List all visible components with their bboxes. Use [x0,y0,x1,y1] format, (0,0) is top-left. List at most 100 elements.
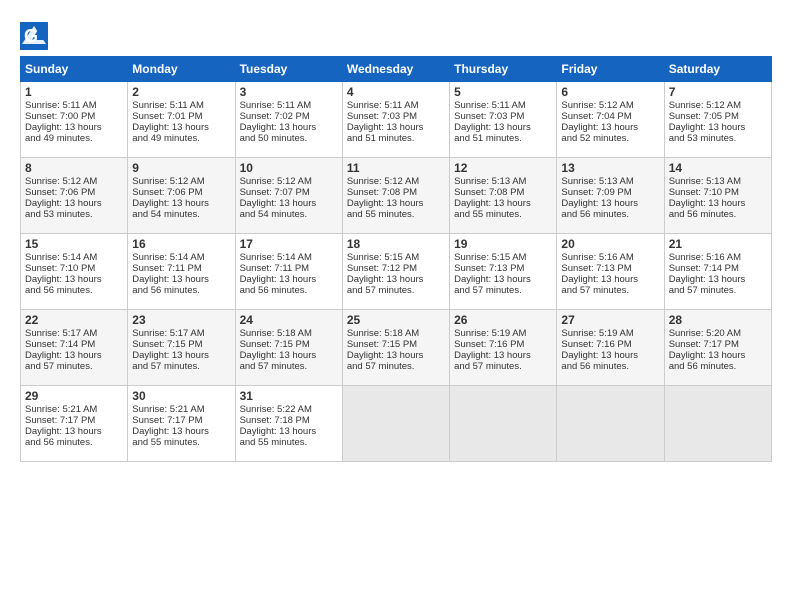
calendar-cell: 5Sunrise: 5:11 AMSunset: 7:03 PMDaylight… [450,82,557,158]
sunset-label: Sunset: 7:15 PM [347,339,417,350]
calendar-cell: 11Sunrise: 5:12 AMSunset: 7:08 PMDayligh… [342,158,449,234]
day-number: 14 [669,161,767,175]
calendar-week-row: 8Sunrise: 5:12 AMSunset: 7:06 PMDaylight… [21,158,772,234]
daylight-label: Daylight: 13 hours [240,274,317,285]
sunrise-label: Sunrise: 5:12 AM [669,100,741,111]
sunrise-label: Sunrise: 5:12 AM [347,176,419,187]
calendar-cell: 18Sunrise: 5:15 AMSunset: 7:12 PMDayligh… [342,234,449,310]
daylight-label: Daylight: 13 hours [669,350,746,361]
daylight-minutes: and 49 minutes. [25,133,93,144]
sunrise-label: Sunrise: 5:12 AM [132,176,204,187]
calendar-cell [664,386,771,462]
sunset-label: Sunset: 7:17 PM [25,415,95,426]
daylight-label: Daylight: 13 hours [132,350,209,361]
day-number: 2 [132,85,230,99]
daylight-label: Daylight: 13 hours [132,426,209,437]
daylight-label: Daylight: 13 hours [347,350,424,361]
sunrise-label: Sunrise: 5:20 AM [669,328,741,339]
day-number: 7 [669,85,767,99]
day-number: 13 [561,161,659,175]
daylight-label: Daylight: 13 hours [454,198,531,209]
sunrise-label: Sunrise: 5:11 AM [347,100,419,111]
daylight-minutes: and 56 minutes. [240,285,308,296]
daylight-minutes: and 54 minutes. [240,209,308,220]
daylight-label: Daylight: 13 hours [669,274,746,285]
sunrise-label: Sunrise: 5:18 AM [240,328,312,339]
calendar-cell: 1Sunrise: 5:11 AMSunset: 7:00 PMDaylight… [21,82,128,158]
daylight-minutes: and 50 minutes. [240,133,308,144]
sunrise-label: Sunrise: 5:12 AM [25,176,97,187]
day-number: 29 [25,389,123,403]
sunset-label: Sunset: 7:17 PM [132,415,202,426]
calendar-cell: 8Sunrise: 5:12 AMSunset: 7:06 PMDaylight… [21,158,128,234]
sunrise-label: Sunrise: 5:13 AM [561,176,633,187]
calendar-cell: 22Sunrise: 5:17 AMSunset: 7:14 PMDayligh… [21,310,128,386]
calendar-cell: 14Sunrise: 5:13 AMSunset: 7:10 PMDayligh… [664,158,771,234]
sunset-label: Sunset: 7:04 PM [561,111,631,122]
daylight-label: Daylight: 13 hours [25,274,102,285]
calendar-cell: 19Sunrise: 5:15 AMSunset: 7:13 PMDayligh… [450,234,557,310]
sunrise-label: Sunrise: 5:19 AM [454,328,526,339]
header-friday: Friday [557,57,664,82]
day-number: 24 [240,313,338,327]
daylight-label: Daylight: 13 hours [240,426,317,437]
day-number: 8 [25,161,123,175]
calendar-cell [557,386,664,462]
daylight-minutes: and 57 minutes. [347,285,415,296]
sunrise-label: Sunrise: 5:11 AM [240,100,312,111]
daylight-minutes: and 53 minutes. [25,209,93,220]
sunset-label: Sunset: 7:05 PM [669,111,739,122]
sunrise-label: Sunrise: 5:16 AM [561,252,633,263]
calendar-cell: 7Sunrise: 5:12 AMSunset: 7:05 PMDaylight… [664,82,771,158]
sunset-label: Sunset: 7:09 PM [561,187,631,198]
sunset-label: Sunset: 7:11 PM [132,263,202,274]
day-number: 1 [25,85,123,99]
day-number: 26 [454,313,552,327]
daylight-minutes: and 56 minutes. [25,285,93,296]
daylight-label: Daylight: 13 hours [454,122,531,133]
sunset-label: Sunset: 7:08 PM [347,187,417,198]
sunset-label: Sunset: 7:03 PM [454,111,524,122]
calendar-cell: 25Sunrise: 5:18 AMSunset: 7:15 PMDayligh… [342,310,449,386]
daylight-minutes: and 56 minutes. [669,209,737,220]
daylight-label: Daylight: 13 hours [25,198,102,209]
calendar-cell: 4Sunrise: 5:11 AMSunset: 7:03 PMDaylight… [342,82,449,158]
sunrise-label: Sunrise: 5:13 AM [454,176,526,187]
daylight-label: Daylight: 13 hours [240,198,317,209]
sunrise-label: Sunrise: 5:14 AM [240,252,312,263]
day-number: 12 [454,161,552,175]
day-number: 20 [561,237,659,251]
calendar-cell: 26Sunrise: 5:19 AMSunset: 7:16 PMDayligh… [450,310,557,386]
sunset-label: Sunset: 7:14 PM [25,339,95,350]
day-number: 6 [561,85,659,99]
day-number: 5 [454,85,552,99]
calendar-cell: 20Sunrise: 5:16 AMSunset: 7:13 PMDayligh… [557,234,664,310]
calendar-week-row: 29Sunrise: 5:21 AMSunset: 7:17 PMDayligh… [21,386,772,462]
calendar-cell [450,386,557,462]
calendar-cell: 29Sunrise: 5:21 AMSunset: 7:17 PMDayligh… [21,386,128,462]
sunrise-label: Sunrise: 5:15 AM [454,252,526,263]
header-sunday: Sunday [21,57,128,82]
calendar-cell: 13Sunrise: 5:13 AMSunset: 7:09 PMDayligh… [557,158,664,234]
sunrise-label: Sunrise: 5:17 AM [132,328,204,339]
sunset-label: Sunset: 7:15 PM [132,339,202,350]
daylight-minutes: and 55 minutes. [132,437,200,448]
daylight-minutes: and 57 minutes. [669,285,737,296]
day-number: 15 [25,237,123,251]
day-number: 19 [454,237,552,251]
day-number: 28 [669,313,767,327]
calendar-cell: 12Sunrise: 5:13 AMSunset: 7:08 PMDayligh… [450,158,557,234]
sunset-label: Sunset: 7:13 PM [454,263,524,274]
daylight-label: Daylight: 13 hours [132,274,209,285]
calendar-cell: 27Sunrise: 5:19 AMSunset: 7:16 PMDayligh… [557,310,664,386]
daylight-minutes: and 51 minutes. [454,133,522,144]
daylight-minutes: and 52 minutes. [561,133,629,144]
sunrise-label: Sunrise: 5:15 AM [347,252,419,263]
day-number: 10 [240,161,338,175]
sunrise-label: Sunrise: 5:12 AM [240,176,312,187]
sunrise-label: Sunrise: 5:14 AM [132,252,204,263]
calendar-cell: 10Sunrise: 5:12 AMSunset: 7:07 PMDayligh… [235,158,342,234]
sunset-label: Sunset: 7:06 PM [25,187,95,198]
weekday-header-row: Sunday Monday Tuesday Wednesday Thursday… [21,57,772,82]
calendar-cell: 21Sunrise: 5:16 AMSunset: 7:14 PMDayligh… [664,234,771,310]
